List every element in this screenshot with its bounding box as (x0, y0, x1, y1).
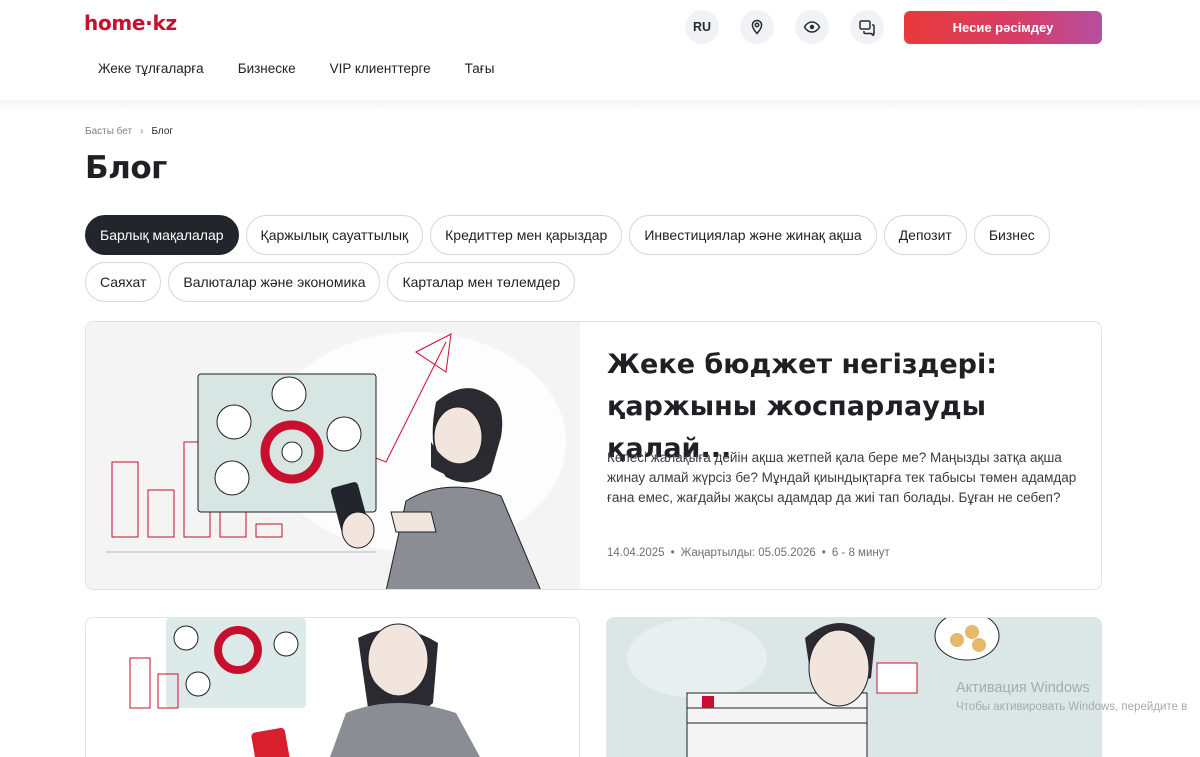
location-button[interactable] (740, 10, 774, 44)
logo[interactable]: home·kz (84, 11, 177, 35)
nav-item-vip[interactable]: VIP клиенттерге (330, 61, 431, 76)
article-date: 14.04.2025 (607, 547, 665, 559)
chip-business[interactable]: Бизнес (973, 215, 1050, 255)
nav-item-business[interactable]: Бизнеске (238, 61, 296, 76)
meta-separator: • (821, 547, 826, 559)
chip-cards-payments[interactable]: Карталар мен төлемдер (387, 262, 576, 302)
accessibility-button[interactable] (795, 10, 829, 44)
chat-icon (859, 20, 875, 36)
featured-article-illustration (86, 322, 580, 589)
chat-button[interactable] (850, 10, 884, 44)
article-card-illustration (607, 618, 1101, 757)
language-switch-button[interactable]: RU (685, 10, 719, 44)
featured-article-description: Келесі жалақыға дейін ақша жетпей қала б… (607, 450, 1077, 505)
nav-item-individuals[interactable]: Жеке тұлғаларға (98, 61, 204, 76)
featured-article-card[interactable]: Жеке бюджет негіздері: қаржыны жоспарлау… (85, 321, 1102, 590)
breadcrumb-separator: › (140, 126, 144, 137)
main-nav: Жеке тұлғаларға Бизнеске VIP клиенттерге… (98, 61, 528, 76)
header-divider (0, 100, 1200, 112)
breadcrumb: Басты бет › Блог (85, 126, 173, 137)
chip-financial-literacy[interactable]: Қаржылық сауаттылық (245, 215, 424, 255)
meta-separator: • (670, 547, 675, 559)
breadcrumb-home[interactable]: Басты бет (85, 126, 132, 137)
site-header: home·kz Жеке тұлғаларға Бизнеске VIP кли… (0, 0, 1200, 104)
article-card[interactable] (606, 617, 1102, 757)
article-card[interactable] (85, 617, 580, 757)
chip-credits-loans[interactable]: Кредиттер мен қарыздар (430, 215, 623, 255)
apply-loan-button[interactable]: Несие рәсімдеу (904, 11, 1102, 44)
breadcrumb-current: Блог (151, 126, 174, 137)
chip-investments-savings[interactable]: Инвестициялар және жинақ ақша (629, 215, 877, 255)
article-card-illustration (86, 618, 579, 757)
page-title: Блог (85, 150, 167, 186)
eye-icon (803, 21, 821, 33)
article-read-time: 6 - 8 минут (831, 547, 890, 559)
chip-all-articles[interactable]: Барлық мақалалар (85, 215, 239, 255)
article-updated: Жаңартылды: 05.05.2026 (680, 547, 816, 559)
nav-item-more[interactable]: Тағы (465, 61, 495, 76)
featured-article-meta: 14.04.2025 • Жаңартылды: 05.05.2026 • 6 … (607, 547, 890, 559)
chip-deposit[interactable]: Депозит (883, 215, 967, 255)
chip-currencies-economy[interactable]: Валюталар және экономика (168, 262, 381, 302)
chip-travel[interactable]: Саяхат (85, 262, 162, 302)
category-filter: Барлық мақалалар Қаржылық сауаттылық Кре… (85, 215, 1115, 302)
location-pin-icon (751, 19, 763, 35)
